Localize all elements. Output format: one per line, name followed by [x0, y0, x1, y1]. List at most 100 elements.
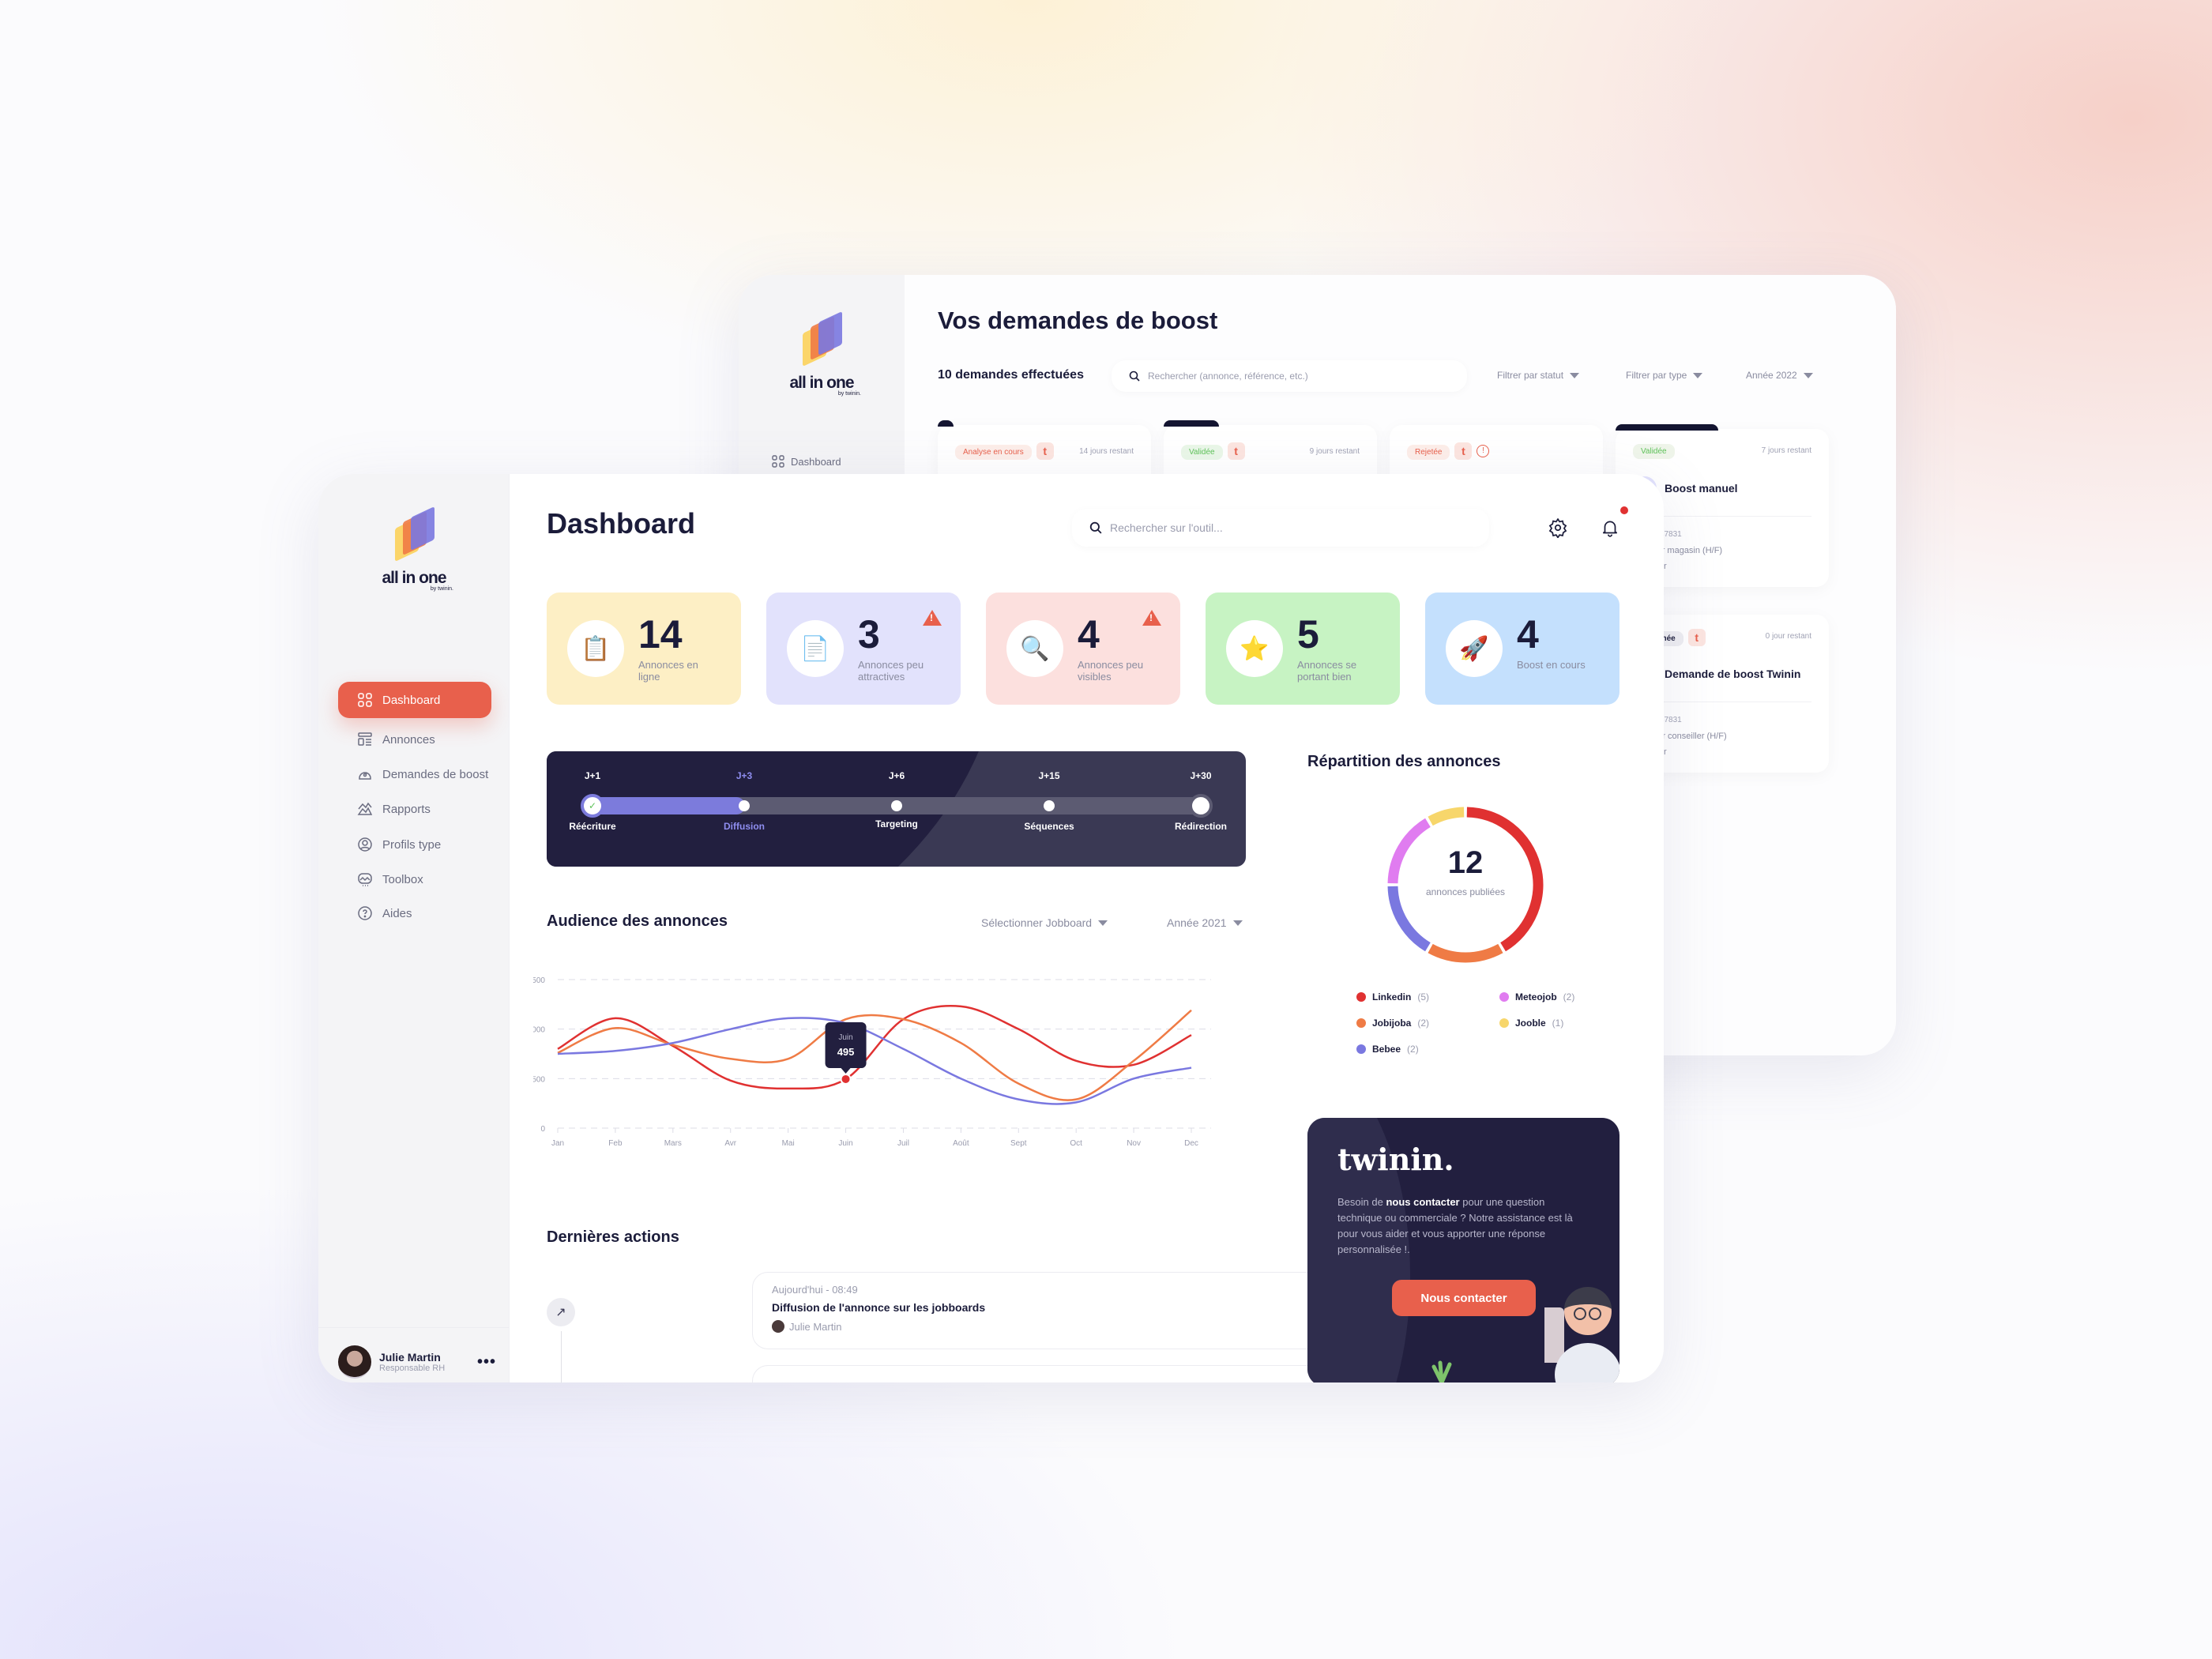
search-placeholder: Rechercher (annonce, référence, etc.) — [1148, 371, 1308, 382]
status-badge: Rejetée — [1407, 445, 1450, 461]
step-day: J+30 — [1190, 770, 1212, 781]
sidebar-item-label: Annonces — [382, 732, 435, 747]
chevron-down-icon — [1098, 920, 1108, 926]
days-remaining: 0 jour restant — [1765, 632, 1811, 641]
x-tick-label: Oct — [1070, 1139, 1082, 1148]
legend-count: (1) — [1552, 1018, 1564, 1029]
stat-value: 5 — [1297, 612, 1319, 656]
step-dot — [739, 800, 750, 811]
step-dot — [1044, 800, 1055, 811]
notification-dot — [1620, 506, 1628, 514]
donut-total: 12 — [1447, 845, 1484, 880]
sidebar-item-demandes-de-boost[interactable]: Demandes de boost — [338, 756, 491, 792]
grid-icon — [772, 455, 784, 468]
chart-area-icon — [357, 802, 373, 815]
twinin-t-icon: t — [1036, 442, 1054, 460]
notifications-button[interactable] — [1590, 506, 1630, 547]
back-logo: all in one by twinin. — [782, 310, 861, 397]
card-progress-bar — [1616, 424, 1718, 431]
legend-count: (2) — [1417, 1018, 1430, 1029]
x-tick-label: Août — [953, 1139, 969, 1148]
days-remaining: 9 jours restant — [1309, 447, 1360, 456]
highlight-point — [840, 1073, 852, 1085]
x-tick-label: Mai — [782, 1139, 795, 1148]
more-options-icon[interactable]: ••• — [477, 1353, 496, 1371]
sidebar-item-label: Toolbox — [382, 872, 423, 886]
year-select[interactable]: Année 2021 — [1167, 916, 1243, 929]
stat-label: Annonces peu attractives — [858, 659, 924, 683]
avatar — [772, 1320, 784, 1333]
stat-card[interactable]: 📋 14 Annonces en ligne — [547, 592, 741, 705]
avatar — [338, 1345, 371, 1379]
user-name: Julie Martin — [379, 1351, 441, 1364]
step-day: J+1 — [584, 770, 601, 781]
stat-card[interactable]: 📄 3 Annonces peu attractives — [766, 592, 961, 705]
stat-value: 4 — [1078, 612, 1100, 656]
x-tick-label: Jan — [551, 1139, 564, 1148]
settings-button[interactable] — [1538, 508, 1578, 547]
action-user: Julie Martin — [789, 1320, 842, 1333]
search-input[interactable]: Rechercher sur l'outil... — [1072, 509, 1489, 547]
legend-label: Meteojob — [1515, 991, 1557, 1003]
days-remaining: 7 jours restant — [1761, 446, 1811, 455]
y-tick-label: 500 — [533, 1075, 545, 1084]
bell-icon — [1602, 521, 1618, 537]
sidebar-item-toolbox[interactable]: Toolbox — [338, 861, 491, 897]
search-icon — [1129, 371, 1140, 382]
repartition-donut-chart — [1387, 807, 1544, 963]
back-nav-dashboard[interactable]: Dashboard — [772, 455, 841, 468]
sidebar-item-annonces[interactable]: Annonces — [338, 721, 491, 758]
contact-button[interactable]: Nous contacter — [1392, 1280, 1536, 1316]
y-tick-label: 1500 — [533, 976, 545, 985]
sidebar-item-profils-type[interactable]: Profils type — [338, 826, 491, 863]
stat-card[interactable]: 🚀 4 Boost en cours — [1425, 592, 1620, 705]
step-label: Séquences — [1024, 821, 1074, 832]
check-icon: ✓ — [581, 794, 604, 818]
boost-search-input[interactable]: Rechercher (annonce, référence, etc.) — [1112, 360, 1467, 392]
filter-year-dropdown[interactable]: Année 2022 — [1746, 370, 1813, 381]
step-dot — [1189, 794, 1213, 818]
legend-item-jobijoba: Jobijoba (2) — [1356, 1018, 1429, 1029]
legend-count: (5) — [1417, 991, 1430, 1003]
step-day: J+3 — [735, 770, 753, 781]
logo-text: all in one — [789, 374, 854, 392]
user-role: Responsable RH — [379, 1364, 446, 1373]
legend-item-meteojob: Meteojob (2) — [1499, 991, 1574, 1003]
stat-label: Annonces peu visibles — [1078, 659, 1144, 683]
series-line-orange — [557, 1009, 1192, 1101]
y-tick-label: 0 — [540, 1125, 545, 1134]
clipboard-icon: 📋 — [567, 620, 624, 677]
sidebar-item-dashboard[interactable]: Dashboard — [338, 682, 491, 718]
sidebar-item-rapports[interactable]: Rapports — [338, 791, 491, 827]
sidebar: all in one by twinin. Dashboard Annonces D… — [318, 474, 510, 1382]
support-person-illustration — [1544, 1287, 1620, 1382]
step-label: Diffusion — [724, 821, 765, 832]
sidebar-item-label: Profils type — [382, 837, 442, 852]
x-tick-label: Avr — [724, 1139, 736, 1148]
stat-value: 14 — [638, 612, 683, 656]
legend-count: (2) — [1407, 1044, 1419, 1055]
filter-status-dropdown[interactable]: Filtrer par statut — [1497, 370, 1580, 381]
logo: all in one by twinin. — [374, 506, 453, 592]
x-tick-label: Dec — [1184, 1139, 1198, 1148]
tooltip-month: Juin — [838, 1033, 852, 1042]
legend-swatch — [1499, 1018, 1509, 1028]
filter-type-dropdown[interactable]: Filtrer par type — [1626, 370, 1703, 381]
stat-card[interactable]: 🔍 4 Annonces peu visibles — [986, 592, 1180, 705]
audience-line-chart: 0 500 1000 1500 Jan Feb Mars Avr Mai Juin Juil Août… — [533, 976, 1211, 1148]
y-tick-label: 1000 — [533, 1026, 545, 1035]
donut-slice-jooble — [1428, 807, 1465, 826]
user-profile[interactable]: Julie Martin Responsable RH ••• — [338, 1345, 496, 1379]
filter-label: Année 2022 — [1746, 370, 1797, 381]
jobboard-select[interactable]: Sélectionner Jobboard — [981, 916, 1108, 929]
stat-card[interactable]: ⭐ 5 Annonces se portant bien — [1206, 592, 1400, 705]
toolbox-icon — [358, 873, 372, 886]
card-progress-bar — [938, 420, 954, 427]
x-tick-label: Mars — [664, 1139, 682, 1148]
status-badge: Validée — [1181, 445, 1223, 461]
arrow-up-right-icon: ↗ — [547, 1298, 575, 1326]
sidebar-item-aides[interactable]: Aides — [338, 895, 491, 931]
stat-label: Boost en cours — [1517, 659, 1586, 671]
card-title: Boost manuel — [1665, 482, 1738, 495]
warning-icon — [1142, 610, 1161, 626]
